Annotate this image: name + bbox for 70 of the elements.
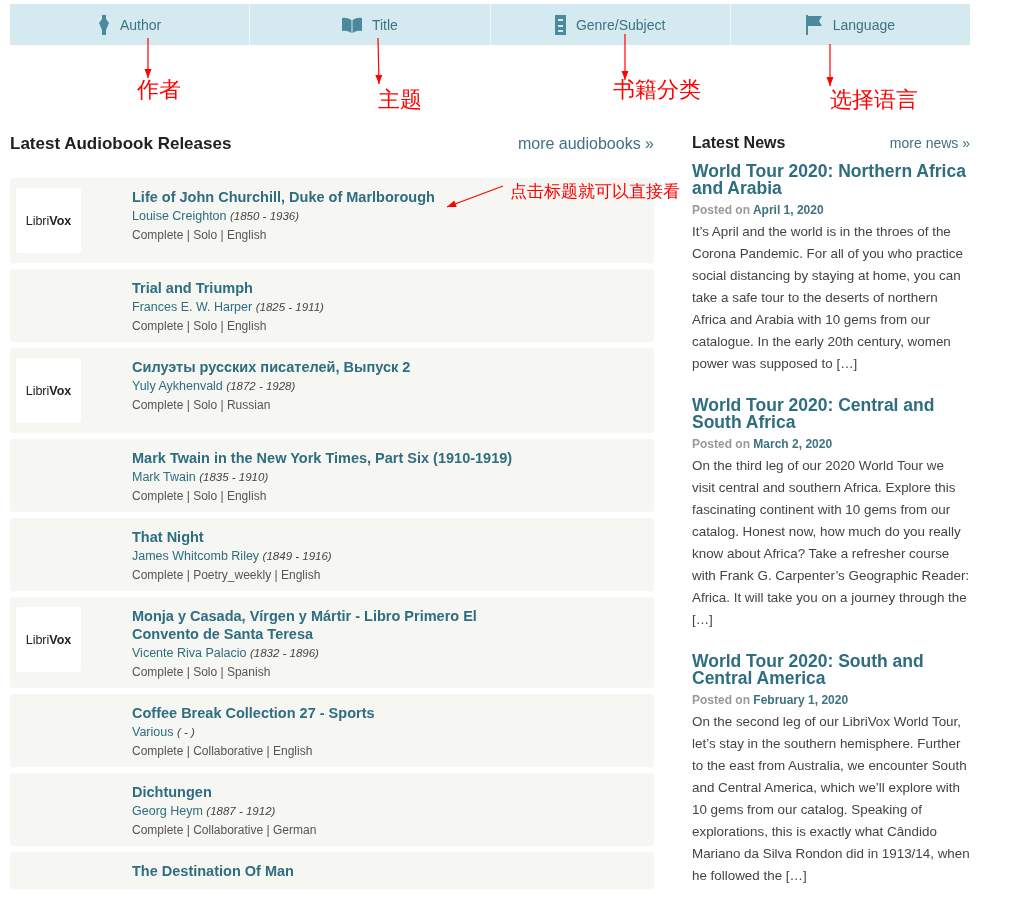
news-excerpt: It’s April and the world is in the throes of the Corona Pandemic. For all of you who practice social distancing by staying at home, you can take a safe tour to the deserts of northern Africa and Arabia with 10 gems from our catalogue. In the early 20th century, women power was supposed to […]	[692, 223, 964, 373]
news-title-link[interactable]: World Tour 2020: Central and South Africa	[692, 397, 970, 431]
book-meta: Complete | Solo | Russian	[132, 398, 272, 412]
author-link[interactable]: Yuly Aykhenvald	[132, 379, 223, 393]
author-link[interactable]: Frances E. W. Harper	[132, 300, 253, 314]
section-heading: Latest News	[692, 134, 786, 152]
book-meta: Complete | Solo | Spanish	[132, 665, 272, 679]
cover-thumbnail[interactable]: LibriVox	[16, 188, 81, 253]
book-title-link[interactable]: Coffee Break Collection 27 - Sports	[132, 704, 375, 722]
nav-tab[interactable]: Author	[10, 4, 250, 45]
book-title-link[interactable]: Monja y Casada, Vírgen y Mártir - Libro Primero El Convento de Santa Teresa	[132, 607, 524, 643]
annotation-arrow	[826, 43, 834, 87]
posted-label: Posted on	[692, 693, 750, 707]
annotation-arrow	[621, 33, 629, 81]
author-dates: (1887 - 1912)	[206, 805, 276, 817]
author-link[interactable]: James Whitcomb Riley	[132, 549, 260, 563]
cover-thumbnail[interactable]: LibriVox	[16, 358, 81, 423]
news-title-link[interactable]: World Tour 2020: Northern Africa and Arabia	[692, 163, 970, 197]
book-meta: Complete | Collaborative | English	[132, 744, 314, 758]
pen-nib-icon	[98, 14, 110, 35]
author-link[interactable]: Vicente Riva Palacio	[132, 646, 247, 660]
author-dates: (1849 - 1916)	[262, 550, 332, 562]
author-link[interactable]: Louise Creighton	[132, 209, 227, 223]
annotation-arrow	[446, 185, 504, 208]
news-title-link[interactable]: World Tour 2020: South and Central America	[692, 653, 970, 687]
news-excerpt: On the second leg of our LibriVox World Tour, let’s stay in the southern hemisphere. Further to the east from Australia, we encounter South and Central America, which we’ll explore with 10 gems from our catalog. Speaking of explorations, this is exactly what Cândido Mariano da Silva Rondon did in 1913/14, when he followed the […]	[692, 713, 970, 885]
post-date-link[interactable]: April 1, 2020	[752, 203, 824, 217]
more-audiobooks-link[interactable]: more audiobooks »	[517, 135, 654, 153]
annotation-note: 选择语言	[830, 88, 918, 113]
author-link[interactable]: Various	[132, 725, 174, 739]
book-meta: Complete | Solo | English	[132, 489, 268, 503]
author-dates: (1835 - 1910)	[199, 471, 269, 483]
author-link[interactable]: Georg Heym	[132, 804, 203, 818]
book-title-link[interactable]: Life of John Churchill, Duke of Marlborough	[132, 188, 435, 206]
annotation-arrow	[375, 37, 383, 85]
posted-label: Posted on	[692, 203, 750, 217]
post-date-link[interactable]: March 2, 2020	[753, 437, 833, 451]
book-meta: Complete | Poetry_weekly | English	[132, 568, 322, 582]
author-dates: (1850 - 1936)	[230, 210, 300, 222]
book-meta: Complete | Solo | English	[132, 228, 268, 242]
annotation-note: 书籍分类	[613, 78, 701, 103]
annotation-note: 主题	[378, 88, 422, 113]
more-news-link[interactable]: more news »	[889, 135, 970, 151]
book-title-link[interactable]: Mark Twain in the New York Times, Part Six (1910-1919)	[132, 449, 513, 467]
annotation-note: 点击标题就可以直接看	[510, 182, 680, 201]
post-date-link[interactable]: February 1, 2020	[753, 693, 849, 707]
flag-icon	[805, 14, 823, 35]
author-dates: (1872 - 1928)	[226, 380, 296, 392]
book-title-link[interactable]: Dichtungen	[132, 783, 212, 801]
book-title-link[interactable]: The Destination Of Man	[132, 862, 294, 880]
book-title-link[interactable]: Trial and Triumph	[132, 279, 253, 297]
news-excerpt: On the third leg of our 2020 World Tour we visit central and southern Africa. Explore this fascinating continent with 10 gems from our catalog. Honest now, how much do you really know about Africa? Take a refresher course with Frank G. Carpenter’s Geographic Reader: Africa. It will take you on a journey through the […]	[692, 457, 970, 629]
cover-thumbnail[interactable]: LibriVox	[16, 607, 81, 672]
annotation-arrow	[144, 37, 152, 79]
nav-tab[interactable]: Language	[729, 4, 970, 45]
book-title-link[interactable]: That Night	[132, 528, 204, 546]
author-dates: (1825 - 1911)	[255, 301, 324, 313]
nav-tab[interactable]: Title	[249, 4, 490, 45]
posted-label: Posted on	[692, 437, 750, 451]
annotation-note: 作者	[137, 78, 181, 103]
author-dates: ( - )	[176, 726, 195, 738]
nav-tab[interactable]: Genre/Subject	[489, 4, 730, 45]
book-title-link[interactable]: Силуэты русских писателей, Выпуск 2	[132, 358, 411, 376]
author-link[interactable]: Mark Twain	[132, 470, 196, 484]
book-icon	[341, 16, 362, 33]
cabinet-icon	[554, 14, 566, 35]
section-heading: Latest Audiobook Releases	[10, 134, 232, 154]
book-meta: Complete | Solo | English	[132, 319, 268, 333]
author-dates: (1832 - 1896)	[249, 647, 319, 659]
book-meta: Complete | Collaborative | German	[132, 823, 318, 837]
